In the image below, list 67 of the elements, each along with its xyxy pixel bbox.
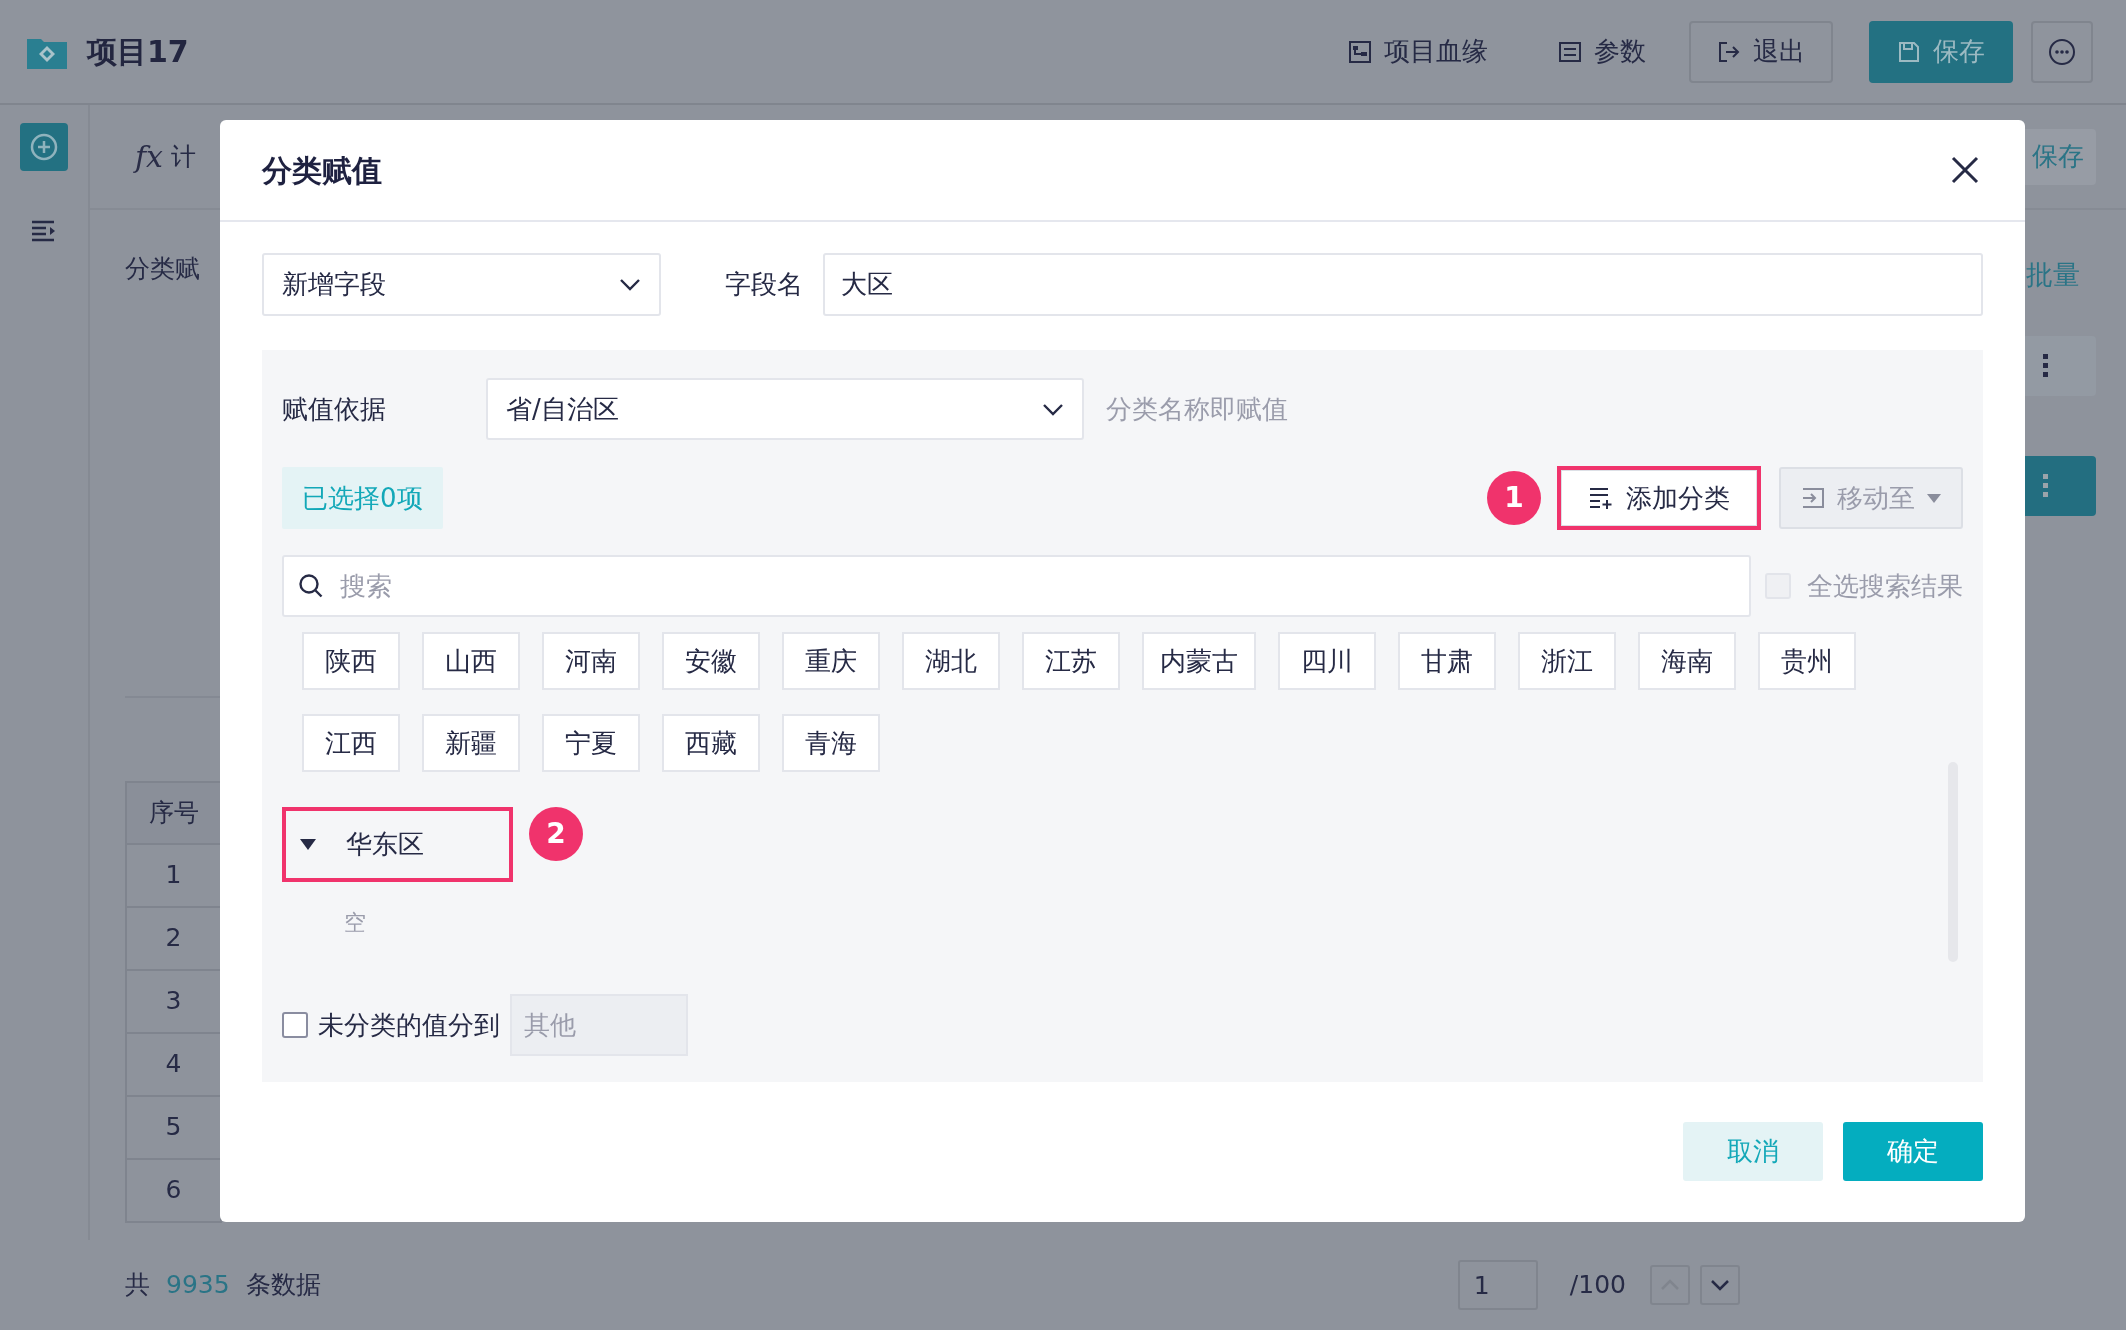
dialog-title: 分类赋值	[262, 151, 382, 190]
value-tag[interactable]: 内蒙古	[1142, 632, 1256, 690]
add-category-button[interactable]: 添加分类	[1561, 470, 1757, 526]
chevron-icon	[1042, 402, 1064, 416]
toolbar-link[interactable]: 项目血缘	[1348, 32, 1488, 71]
page-down-button[interactable]	[1700, 1265, 1740, 1305]
field-name-input[interactable]: 大区	[823, 253, 1983, 316]
field-mode-dropdown[interactable]: 新增字段	[262, 253, 661, 316]
value-tag[interactable]: 新疆	[422, 714, 520, 772]
exit-icon	[1717, 39, 1741, 64]
hint-text: 分类名称即赋值	[1106, 392, 1288, 426]
move-icon	[1801, 487, 1825, 509]
value-tag[interactable]: 青海	[782, 714, 880, 772]
checkbox-label: 未分类的值分到	[318, 1008, 500, 1042]
checkbox-label: 全选搜索结果	[1807, 569, 1963, 603]
value-tag[interactable]: 宁夏	[542, 714, 640, 772]
total-label: 共	[125, 1269, 150, 1302]
search-icon	[298, 573, 324, 599]
plus-icon	[29, 132, 59, 162]
save-icon	[1897, 39, 1921, 64]
value-tag[interactable]: 西藏	[662, 714, 760, 772]
value-tag[interactable]: 河南	[542, 632, 640, 690]
toolbar-link[interactable]: 参数	[1558, 32, 1646, 71]
column-header: 序号	[126, 781, 221, 844]
value-tag[interactable]: 贵州	[1758, 632, 1856, 690]
chevron-icon	[619, 278, 641, 291]
value-tag[interactable]: 陕西	[302, 632, 400, 690]
add-button[interactable]	[20, 123, 68, 171]
more-icon	[2047, 36, 2077, 67]
category-header[interactable]: 华东区	[286, 811, 509, 878]
step-marker: 1	[1487, 471, 1541, 525]
value-tag[interactable]: 湖北	[902, 632, 1000, 690]
tab-label[interactable]: 计	[171, 137, 197, 176]
value-tag[interactable]: 江西	[302, 714, 400, 772]
field-name-label: 字段名	[725, 268, 803, 301]
more-button[interactable]	[2031, 20, 2093, 83]
empty-text: 空	[344, 909, 367, 937]
value-tag[interactable]: 四川	[1278, 632, 1376, 690]
chevron-icon	[1710, 1279, 1730, 1291]
selected-count: 已选择0项	[282, 467, 443, 529]
sliders-icon	[1558, 40, 1582, 63]
section-label: 分类赋	[125, 253, 200, 285]
kebab-icon	[2043, 353, 2049, 378]
diagram-icon	[1348, 39, 1372, 64]
value-tag[interactable]: 安徽	[662, 632, 760, 690]
caret-icon	[1927, 493, 1941, 503]
record-count: 9935	[166, 1269, 230, 1302]
toolbar-button[interactable]: 退出	[1689, 20, 1833, 83]
page-field[interactable]: 1	[1457, 1260, 1538, 1310]
kebab-icon	[2043, 473, 2049, 498]
basis-dropdown[interactable]: 省/自治区	[486, 378, 1084, 440]
step-marker: 2	[529, 807, 583, 861]
formula-symbol: fx	[135, 138, 164, 176]
value-tag[interactable]: 江苏	[1022, 632, 1120, 690]
page-count: /100	[1569, 1269, 1626, 1302]
search-field[interactable]: 搜索	[282, 555, 1751, 617]
checkbox[interactable]	[282, 1012, 308, 1038]
value-tag[interactable]: 甘肃	[1398, 632, 1496, 690]
caret-icon	[300, 839, 316, 850]
basis-label: 赋值依据	[282, 392, 387, 426]
value-tag[interactable]: 山西	[422, 632, 520, 690]
value-tag[interactable]: 海南	[1638, 632, 1736, 690]
add-list-icon	[1588, 486, 1612, 510]
project-title: 项目17	[87, 33, 189, 71]
value-tag[interactable]: 浙江	[1518, 632, 1616, 690]
total-label: 条数据	[245, 1269, 321, 1302]
value-tag[interactable]: 重庆	[782, 632, 880, 690]
